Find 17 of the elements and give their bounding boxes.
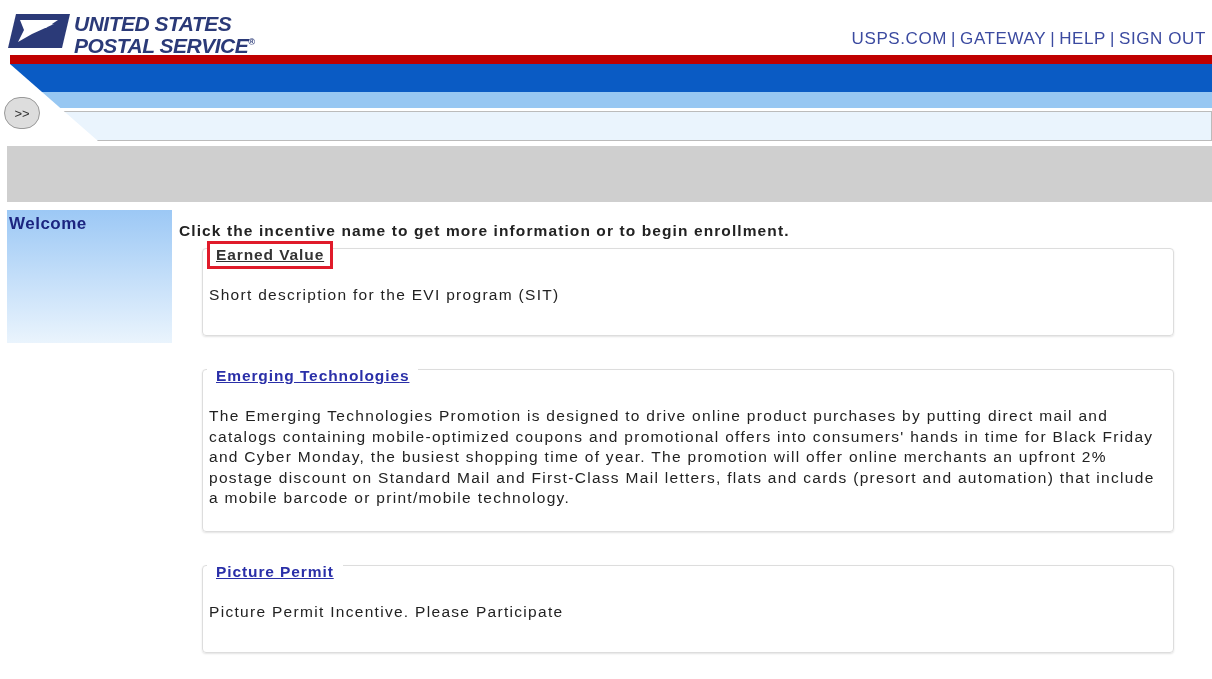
- header-link[interactable]: GATEWAY: [960, 29, 1047, 49]
- header-link[interactable]: SIGN OUT: [1119, 29, 1206, 49]
- eagle-logo-icon: [8, 14, 70, 48]
- instruction-text: Click the incentive name to get more information or to begin enrollment.: [179, 222, 791, 240]
- link-separator: |: [1050, 29, 1056, 49]
- incentive-link[interactable]: Earned Value: [207, 241, 334, 269]
- header-link[interactable]: USPS.COM: [851, 29, 948, 49]
- incentive-description: The Emerging Technologies Promotion is designed to drive online product purchases by putting direct mail and catalogs containing mobile-optimized coupons and promotional offers into consumers' hands in time for Black Friday and Cyber Monday, the busiest shopping time of year. The promotion will offer online merchants an upfront 2% postage discount on Standard Mail and First-Class Mail letters, flats and cards (presort and automation) that include a mobile barcode or print/mobile technology.: [209, 406, 1156, 508]
- link-separator: |: [1110, 29, 1115, 49]
- link-separator: |: [951, 29, 957, 49]
- incentive-description: Picture Permit Incentive. Please Participate: [209, 601, 565, 622]
- logo-text: POSTAL SERVICE$^{®}$: [74, 33, 255, 55]
- sidebar-title: Welcome: [8, 213, 87, 234]
- header-link[interactable]: HELP: [1059, 29, 1106, 49]
- expand-button[interactable]: >>: [4, 97, 40, 129]
- logo-text: UNITED STATES: [74, 14, 233, 33]
- incentive-description: Short description for the EVI program (SIT): [209, 285, 561, 305]
